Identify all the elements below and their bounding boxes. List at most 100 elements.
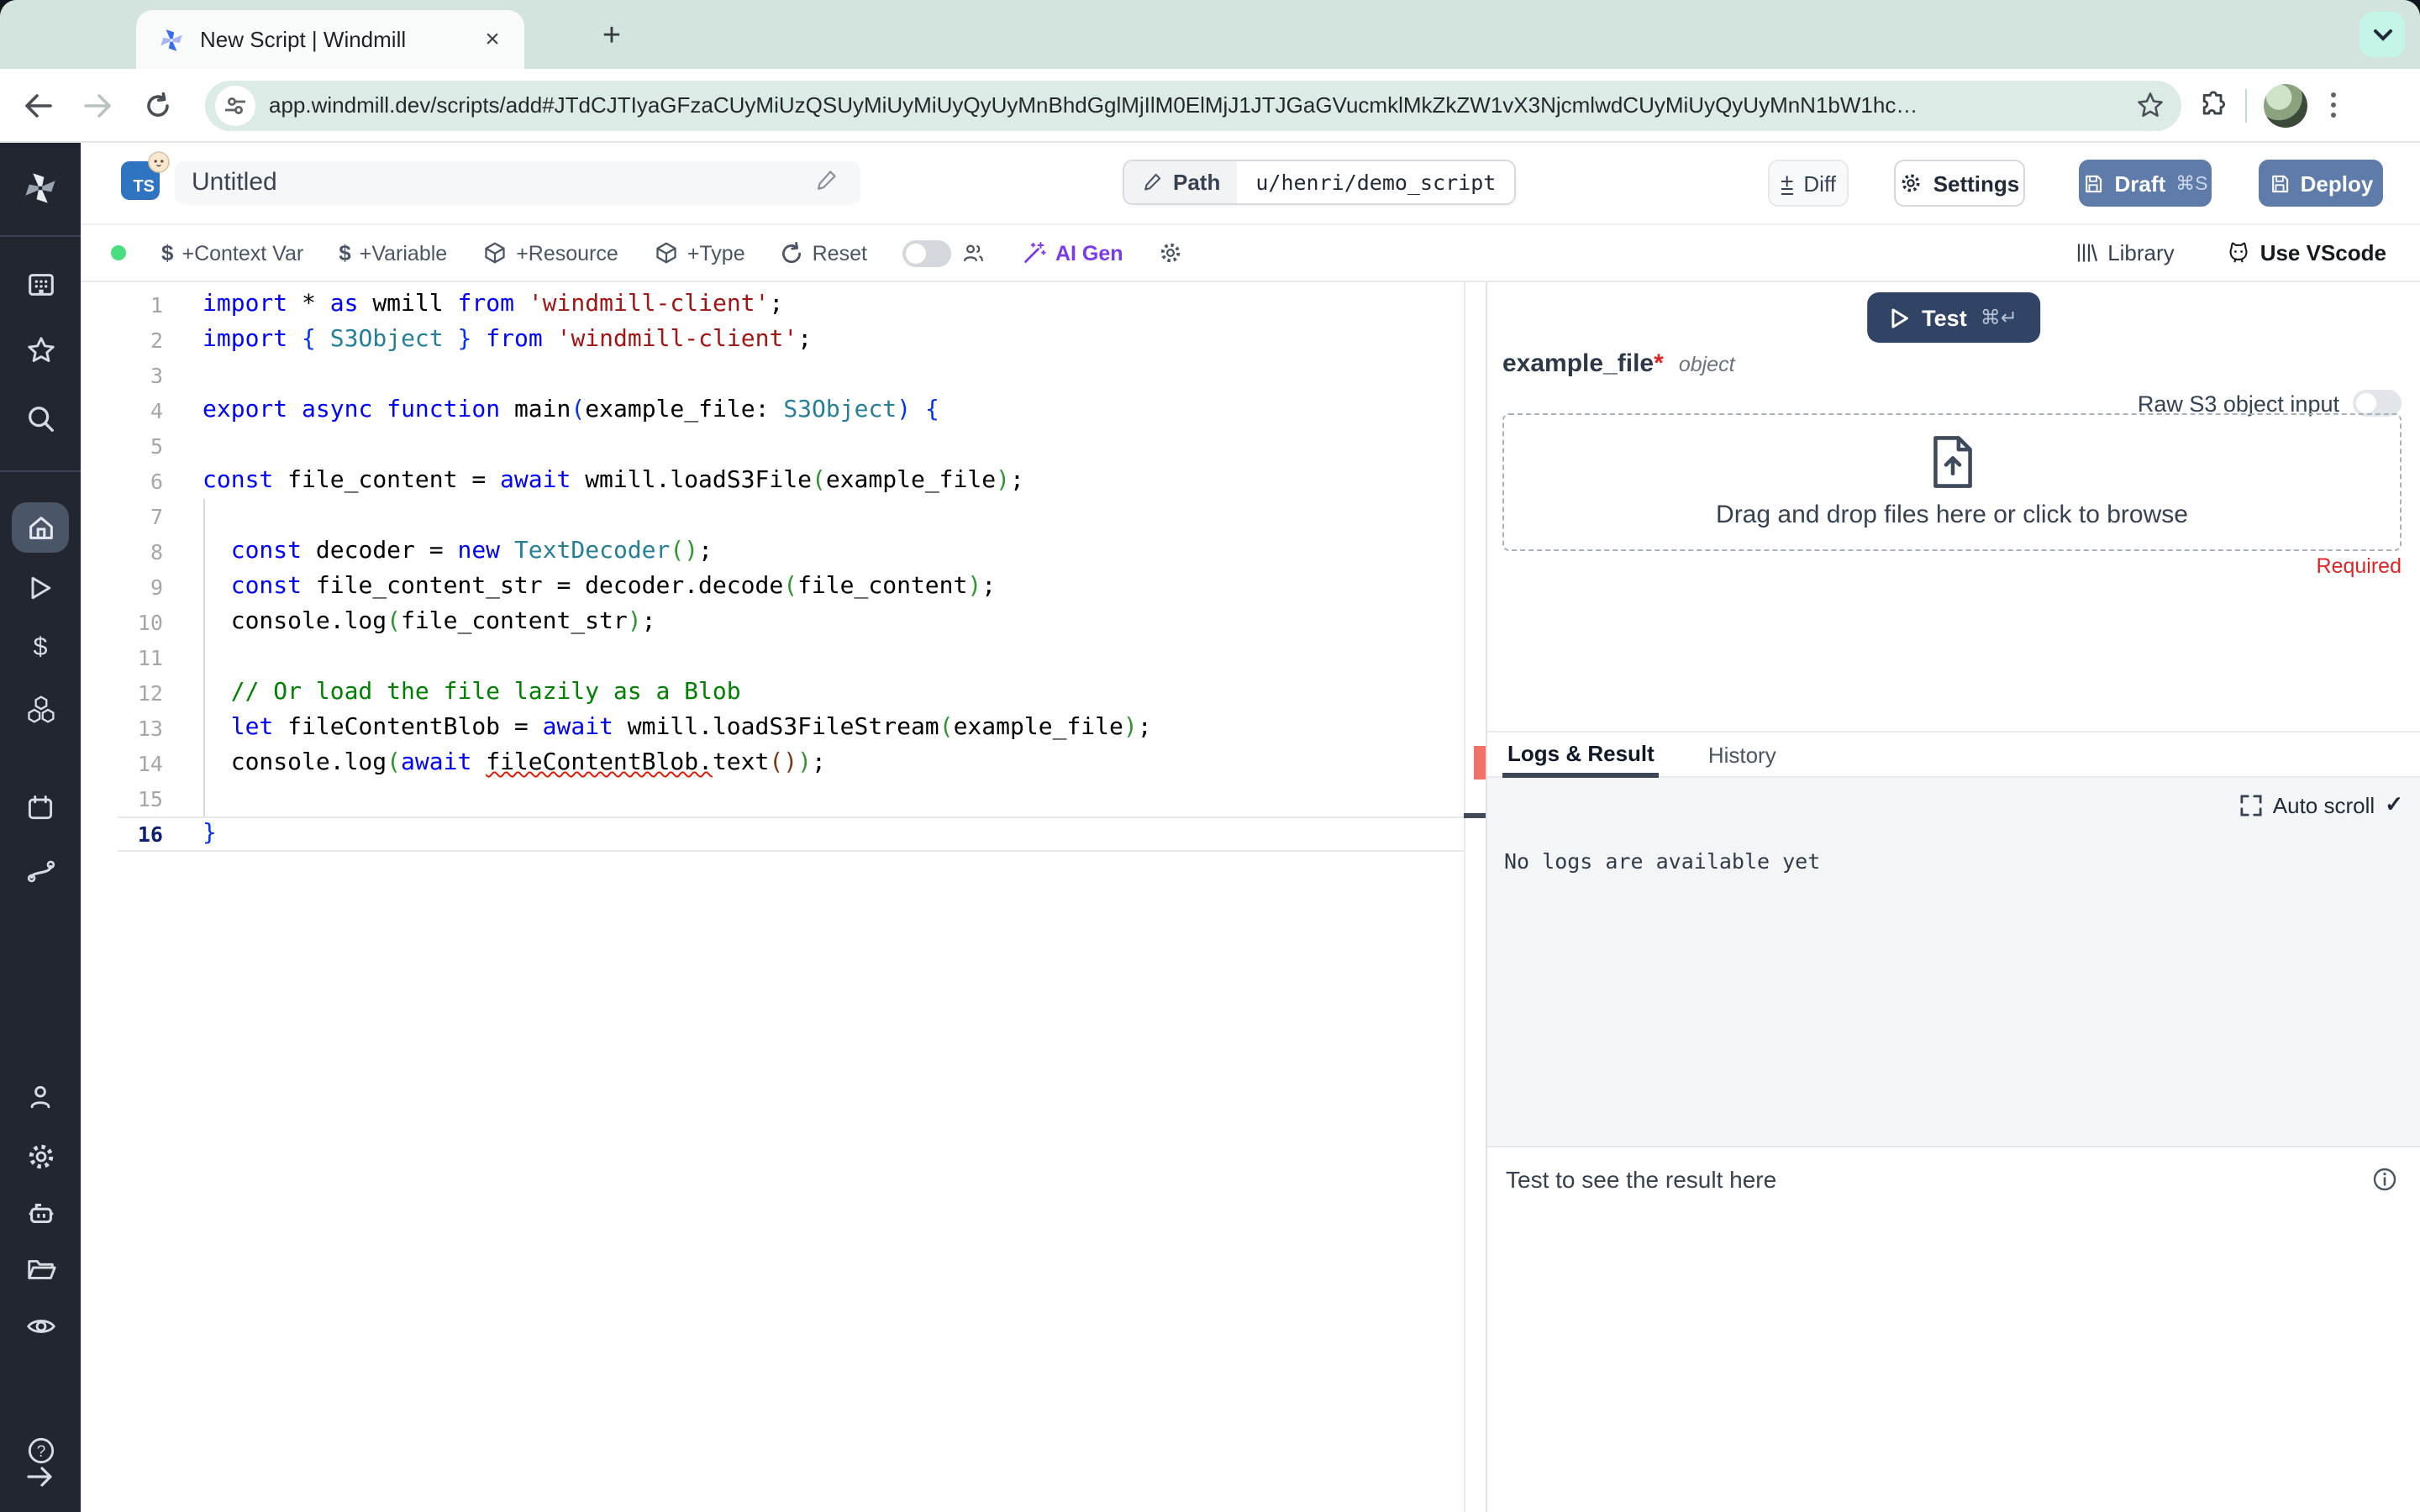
code-line[interactable]: [203, 428, 1152, 463]
overview-cursor-marker: [1463, 812, 1486, 817]
auto-scroll-control[interactable]: Auto scroll ✓: [2241, 791, 2403, 818]
sidebar-item-routes[interactable]: [0, 843, 81, 897]
settings-label: Settings: [1933, 171, 2020, 196]
expand-icon: [2241, 794, 2263, 816]
profile-avatar[interactable]: [2264, 83, 2307, 127]
dollar-icon: $: [339, 240, 351, 265]
tab-history[interactable]: History: [1703, 732, 1781, 776]
forward-button[interactable]: [74, 81, 121, 129]
code-line[interactable]: let fileContentBlob = await wmill.loadS3…: [203, 710, 1152, 745]
use-vscode-button[interactable]: Use VScode: [2225, 240, 2386, 265]
logs-area: Auto scroll ✓ No logs are available yet: [1487, 778, 2420, 1146]
code-line[interactable]: console.log(await fileContentBlob.text()…: [203, 745, 1152, 780]
info-icon[interactable]: [2371, 1166, 2398, 1193]
edit-title-pencil-icon[interactable]: [813, 168, 839, 193]
add-type-button[interactable]: +Type: [654, 240, 745, 265]
sidebar-item-audit-logs[interactable]: [0, 1299, 81, 1352]
code-line[interactable]: [203, 780, 1152, 816]
path-widget[interactable]: Path u/henri/demo_script: [1123, 160, 1517, 205]
sidebar-item-resources[interactable]: [0, 682, 81, 736]
new-tab-button[interactable]: +: [592, 17, 632, 57]
tab-logs-result[interactable]: Logs & Result: [1502, 732, 1660, 778]
code-line[interactable]: import { S3Object } from 'windmill-clien…: [203, 322, 1152, 357]
browser-menu-icon[interactable]: [2324, 86, 2343, 124]
sidebar-collapse-arrow-icon[interactable]: [0, 1450, 81, 1504]
file-upload-icon: [1933, 436, 1971, 488]
favorites-star-icon[interactable]: [0, 323, 81, 376]
code-line[interactable]: const file_content = await wmill.loadS3F…: [203, 463, 1152, 498]
code-line[interactable]: import * as wmill from 'windmill-client'…: [203, 286, 1152, 322]
sidebar-item-account[interactable]: [0, 1070, 81, 1124]
draft-button[interactable]: Draft ⌘S: [2079, 160, 2212, 207]
line-number: 16: [137, 821, 163, 846]
multiplayer-toggle[interactable]: [902, 239, 951, 266]
window-chevron-button[interactable]: [2360, 12, 2405, 57]
reset-icon: [782, 241, 802, 263]
search-icon[interactable]: [0, 391, 81, 445]
add-context-var-button[interactable]: $ +Context Var: [161, 240, 303, 265]
code-line[interactable]: }: [203, 816, 1152, 851]
browser-window: New Script | Windmill × + app.windmill.d…: [0, 0, 2420, 1512]
overview-ruler[interactable]: [1463, 282, 1486, 1512]
reload-button[interactable]: [134, 81, 182, 129]
bookmark-star-icon[interactable]: [2136, 91, 2165, 119]
url-text: app.windmill.dev/scripts/add#JTdCJTIyaGF…: [269, 92, 1918, 118]
code-editor[interactable]: 1 2 3 4 5 6 7 8 9 10 11 12 13 14 15 16 import * as wmil…: [81, 282, 1486, 1512]
auto-scroll-check: ✓: [2385, 791, 2403, 816]
code-lines[interactable]: import * as wmill from 'windmill-client'…: [203, 286, 1152, 851]
settings-button[interactable]: Settings: [1894, 160, 2025, 207]
diff-icon: ±: [1781, 168, 1794, 195]
diff-button[interactable]: ± Diff: [1768, 160, 1849, 207]
reset-button[interactable]: Reset: [781, 241, 867, 265]
code-line[interactable]: console.log(file_content_str);: [203, 604, 1152, 639]
code-line[interactable]: // Or load the file lazily as a Blob: [203, 675, 1152, 710]
library-label: Library: [2107, 240, 2175, 265]
save-draft-icon: [2086, 174, 2102, 192]
sidebar-item-schedules[interactable]: [0, 781, 81, 835]
gear-icon: [1902, 174, 1921, 192]
sidebar-item-variables[interactable]: $: [0, 620, 81, 674]
sidebar-item-home[interactable]: [0, 501, 81, 554]
sidebar-item-workers[interactable]: [0, 1186, 81, 1240]
extensions-icon[interactable]: [2198, 90, 2228, 120]
line-numbers: 1 2 3 4 5 6 7 8 9 10 11 12 13 14 15 16: [81, 286, 163, 851]
required-badge: Required: [2316, 554, 2402, 578]
ai-gen-label: AI Gen: [1055, 241, 1123, 265]
browser-toolbar: app.windmill.dev/scripts/add#JTdCJTIyaGF…: [0, 69, 2420, 143]
add-variable-button[interactable]: $ +Variable: [339, 240, 447, 265]
address-bar[interactable]: app.windmill.dev/scripts/add#JTdCJTIyaGF…: [205, 80, 2181, 130]
workspace-icon[interactable]: [0, 257, 81, 311]
deploy-button[interactable]: Deploy: [2259, 160, 2383, 207]
code-line[interactable]: [203, 498, 1152, 533]
add-type-label: +Type: [687, 241, 745, 265]
code-line[interactable]: const decoder = new TextDecoder();: [203, 533, 1152, 569]
save-deploy-icon: [2271, 174, 2288, 192]
test-button[interactable]: Test ⌘↵: [1866, 292, 2041, 343]
tab-close-icon[interactable]: ×: [477, 24, 508, 55]
script-title-input[interactable]: Untitled: [175, 161, 860, 205]
dropzone-text: Drag and drop files here or click to bro…: [1716, 501, 2188, 529]
file-dropzone[interactable]: Drag and drop files here or click to bro…: [1502, 413, 2402, 551]
add-resource-button[interactable]: +Resource: [482, 240, 618, 265]
back-button[interactable]: [13, 81, 60, 129]
code-line[interactable]: [203, 357, 1152, 392]
library-button[interactable]: Library: [2074, 240, 2175, 265]
draft-shortcut: ⌘S: [2175, 175, 2208, 195]
editor-settings-button[interactable]: [1159, 240, 1184, 265]
sidebar-item-folders[interactable]: [0, 1242, 81, 1295]
code-line[interactable]: const file_content_str = decoder.decode(…: [203, 569, 1152, 604]
line-number: 5: [150, 433, 163, 458]
ai-gen-button[interactable]: AI Gen: [1022, 240, 1123, 265]
auto-scroll-label: Auto scroll: [2272, 792, 2375, 817]
code-line[interactable]: [203, 639, 1152, 675]
code-line[interactable]: export async function main(example_file:…: [203, 392, 1152, 428]
browser-tab[interactable]: New Script | Windmill ×: [136, 10, 524, 69]
github-cat-icon: [2229, 242, 2248, 263]
sidebar-item-settings[interactable]: [0, 1129, 81, 1183]
site-settings-icon[interactable]: [215, 85, 255, 125]
windmill-logo[interactable]: [0, 161, 81, 215]
line-number: 7: [150, 503, 163, 528]
add-resource-label: +Resource: [516, 241, 618, 265]
result-placeholder: Test to see the result here: [1506, 1166, 1777, 1193]
sidebar-item-runs[interactable]: [0, 561, 81, 615]
